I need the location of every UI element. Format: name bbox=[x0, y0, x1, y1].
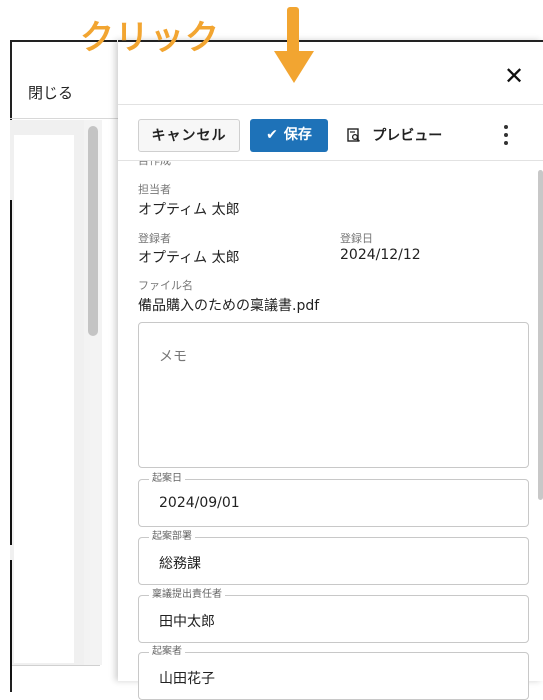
background-scrollbar-thumb[interactable] bbox=[88, 126, 98, 336]
preview-button[interactable]: プレビュー bbox=[347, 119, 442, 152]
cut-off-field-label: 目作成 bbox=[138, 161, 198, 167]
save-button[interactable]: ✔ 保存 bbox=[250, 119, 328, 152]
more-vert-icon[interactable] bbox=[498, 121, 514, 151]
kiansha-field[interactable]: 起案者 山田花子 bbox=[138, 645, 529, 700]
save-button-label: 保存 bbox=[283, 127, 312, 143]
field-label-touroku: 登録者 bbox=[138, 232, 171, 245]
background-border-line bbox=[10, 200, 12, 545]
background-content-inner bbox=[14, 135, 74, 663]
field-label-tantousha: 担当者 bbox=[138, 183, 171, 196]
field-value-touroku: オプティム 太郎 bbox=[138, 250, 240, 266]
kian-busho-label: 起案部署 bbox=[149, 530, 195, 544]
memo-textarea[interactable] bbox=[138, 322, 529, 468]
panel-scrollbar-thumb[interactable] bbox=[538, 170, 543, 500]
click-annotation-label: クリック bbox=[80, 18, 220, 58]
ringi-sekininsha-field[interactable]: 稟議提出責任者 田中太郎 bbox=[138, 588, 529, 643]
field-value-filename: 備品購入のための稟議書.pdf bbox=[138, 298, 320, 314]
kiansha-label: 起案者 bbox=[149, 645, 185, 659]
ringi-sekininsha-label: 稟議提出責任者 bbox=[149, 588, 225, 602]
field-label-tourokubi: 登録日 bbox=[340, 232, 373, 245]
kianbi-label: 起案日 bbox=[149, 472, 185, 486]
field-label-filename: ファイル名 bbox=[138, 279, 193, 292]
header-divider bbox=[118, 104, 543, 105]
preview-button-label: プレビュー bbox=[372, 128, 443, 144]
preview-icon bbox=[347, 126, 366, 144]
background-divider bbox=[10, 118, 118, 119]
kian-busho-value: 総務課 bbox=[159, 556, 201, 572]
background-border-line bbox=[10, 560, 12, 680]
down-arrow-icon bbox=[274, 7, 314, 83]
ringi-sekininsha-value: 田中太郎 bbox=[159, 614, 215, 630]
field-value-tourokubi: 2024/12/12 bbox=[340, 247, 421, 263]
kianbi-value: 2024/09/01 bbox=[159, 495, 240, 511]
cancel-button[interactable]: キャンセル bbox=[138, 119, 240, 152]
kianbi-field[interactable]: 起案日 2024/09/01 bbox=[138, 472, 529, 527]
memo-placeholder: メモ bbox=[159, 349, 187, 365]
check-icon: ✔ bbox=[266, 127, 278, 143]
field-value-tantousha: オプティム 太郎 bbox=[138, 202, 240, 218]
kian-busho-field[interactable]: 起案部署 総務課 bbox=[138, 530, 529, 585]
close-icon[interactable]: ✕ bbox=[500, 62, 528, 90]
background-close-button[interactable]: 閉じる bbox=[28, 82, 73, 103]
kiansha-value: 山田花子 bbox=[159, 671, 215, 687]
